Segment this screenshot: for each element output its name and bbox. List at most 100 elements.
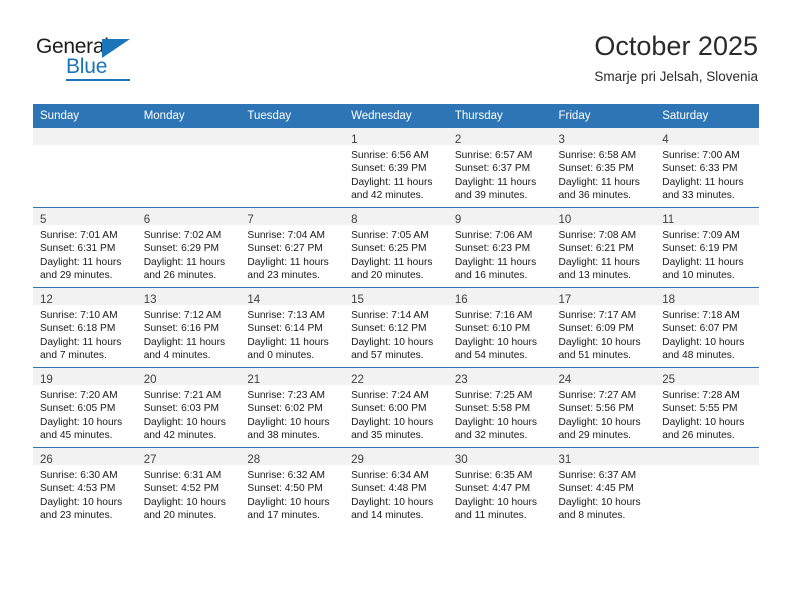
calendar-week-row: 19 Sunrise: 7:20 AM Sunset: 6:05 PM Dayligh… xyxy=(33,367,759,448)
day-number-band: 17 xyxy=(551,288,656,306)
day-number-band xyxy=(655,448,759,465)
calendar-day-cell[interactable]: 9 Sunrise: 7:06 AM Sunset: 6:23 PM Daylight… xyxy=(447,207,552,288)
day-number-band: 13 xyxy=(136,288,241,306)
calendar-day-cell[interactable]: 16 Sunrise: 7:16 AM Sunset: 6:10 PM Dayligh… xyxy=(447,287,552,368)
calendar-day-cell[interactable]: 18 Sunrise: 7:18 AM Sunset: 6:07 PM Dayligh… xyxy=(655,287,759,368)
weekday-header-thursday: Thursday xyxy=(447,104,552,128)
day-details: Sunrise: 6:58 AM Sunset: 6:35 PM Daylight:… xyxy=(552,145,656,203)
day-number: 28 xyxy=(247,454,261,466)
sunrise-text: Sunrise: 7:01 AM xyxy=(40,230,118,241)
day-number: 19 xyxy=(40,374,53,386)
calendar-day-cell[interactable]: 14 Sunrise: 7:13 AM Sunset: 6:14 PM Dayligh… xyxy=(240,287,345,368)
day-number: 12 xyxy=(40,294,53,306)
calendar-day-cell[interactable]: 17 Sunrise: 7:17 AM Sunset: 6:09 PM Dayligh… xyxy=(551,287,656,368)
sunrise-text: Sunrise: 6:31 AM xyxy=(143,470,222,481)
weekday-header-tuesday: Tuesday xyxy=(240,104,345,128)
calendar-day-cell[interactable]: 13 Sunrise: 7:12 AM Sunset: 6:16 PM Dayligh… xyxy=(136,287,241,368)
calendar-day-cell[interactable]: 21 Sunrise: 7:23 AM Sunset: 6:02 PM Dayligh… xyxy=(240,367,345,448)
daylight-text-line1: Daylight: 11 hours xyxy=(558,256,640,268)
daylight-text-line2: and 36 minutes. xyxy=(558,190,632,202)
day-details: Sunrise: 7:16 AM Sunset: 6:10 PM Daylight:… xyxy=(448,305,552,363)
day-details: Sunrise: 7:14 AM Sunset: 6:12 PM Daylight:… xyxy=(344,305,448,363)
day-number-band: 1 xyxy=(344,128,448,146)
calendar-day-cell[interactable]: 7 Sunrise: 7:04 AM Sunset: 6:27 PM Daylight… xyxy=(240,207,345,288)
day-number: 20 xyxy=(143,374,157,386)
calendar-day-cell-empty xyxy=(136,128,241,208)
calendar-day-cell[interactable]: 3 Sunrise: 6:58 AM Sunset: 6:35 PM Daylight… xyxy=(551,128,656,208)
calendar-day-cell[interactable]: 30 Sunrise: 6:35 AM Sunset: 4:47 PM Dayligh… xyxy=(447,447,552,527)
day-details: Sunrise: 7:04 AM Sunset: 6:27 PM Daylight:… xyxy=(240,225,344,283)
day-details: Sunrise: 7:10 AM Sunset: 6:18 PM Daylight:… xyxy=(33,305,137,363)
calendar-day-cell[interactable]: 29 Sunrise: 6:34 AM Sunset: 4:48 PM Dayligh… xyxy=(344,447,448,527)
daylight-text-line2: and 35 minutes. xyxy=(351,430,424,442)
day-number-band: 28 xyxy=(240,448,345,466)
daylight-text-line1: Daylight: 10 hours xyxy=(247,496,330,508)
day-number-band xyxy=(240,128,345,145)
calendar-day-cell[interactable]: 10 Sunrise: 7:08 AM Sunset: 6:21 PM Dayligh… xyxy=(551,207,656,288)
calendar-week-row: 5 Sunrise: 7:01 AM Sunset: 6:31 PM Daylight… xyxy=(33,207,759,288)
day-details: Sunrise: 7:28 AM Sunset: 5:55 PM Daylight:… xyxy=(655,385,759,443)
day-number-band: 24 xyxy=(551,368,656,386)
daylight-text-line2: and 23 minutes. xyxy=(247,270,320,282)
sunset-text: Sunset: 6:07 PM xyxy=(662,323,738,335)
calendar-day-cell[interactable]: 8 Sunrise: 7:05 AM Sunset: 6:25 PM Daylight… xyxy=(344,207,448,288)
sunrise-text: Sunrise: 7:21 AM xyxy=(143,390,222,401)
calendar-day-cell[interactable]: 19 Sunrise: 7:20 AM Sunset: 6:05 PM Dayligh… xyxy=(33,367,137,448)
daylight-text-line1: Daylight: 11 hours xyxy=(351,176,433,188)
calendar-day-cell[interactable]: 6 Sunrise: 7:02 AM Sunset: 6:29 PM Daylight… xyxy=(136,207,241,288)
calendar-day-cell[interactable]: 20 Sunrise: 7:21 AM Sunset: 6:03 PM Dayligh… xyxy=(136,367,241,448)
calendar-day-cell[interactable]: 27 Sunrise: 6:31 AM Sunset: 4:52 PM Dayligh… xyxy=(136,447,241,527)
calendar-day-cell[interactable]: 24 Sunrise: 7:27 AM Sunset: 5:56 PM Dayligh… xyxy=(551,367,656,448)
sunrise-text: Sunrise: 7:13 AM xyxy=(247,310,325,321)
daylight-text-line2: and 38 minutes. xyxy=(247,430,320,442)
calendar-day-cell[interactable]: 12 Sunrise: 7:10 AM Sunset: 6:18 PM Dayligh… xyxy=(33,287,137,368)
sunrise-text: Sunrise: 7:16 AM xyxy=(454,310,533,321)
day-number: 24 xyxy=(558,374,572,386)
calendar-week-row: 1 Sunrise: 6:56 AM Sunset: 6:39 PM Daylight… xyxy=(33,128,759,208)
day-details: Sunrise: 7:18 AM Sunset: 6:07 PM Daylight:… xyxy=(655,305,759,363)
calendar-day-cell[interactable]: 26 Sunrise: 6:30 AM Sunset: 4:53 PM Dayligh… xyxy=(33,447,137,527)
day-number: 2 xyxy=(454,134,462,146)
sunset-text: Sunset: 6:12 PM xyxy=(351,323,427,335)
page-header: General Blue October 2025 Smarje pri Jel… xyxy=(0,0,792,104)
daylight-text-line1: Daylight: 10 hours xyxy=(40,416,123,428)
day-details: Sunrise: 6:57 AM Sunset: 6:37 PM Daylight:… xyxy=(448,145,552,203)
calendar-day-cell[interactable]: 25 Sunrise: 7:28 AM Sunset: 5:55 PM Dayligh… xyxy=(655,367,759,448)
calendar-day-cell[interactable]: 15 Sunrise: 7:14 AM Sunset: 6:12 PM Dayligh… xyxy=(344,287,448,368)
day-number-band: 6 xyxy=(136,208,241,226)
day-details: Sunrise: 6:35 AM Sunset: 4:47 PM Daylight:… xyxy=(448,465,552,523)
day-details: Sunrise: 7:23 AM Sunset: 6:02 PM Daylight:… xyxy=(240,385,344,443)
calendar-day-cell[interactable]: 5 Sunrise: 7:01 AM Sunset: 6:31 PM Daylight… xyxy=(33,207,137,288)
sunrise-text: Sunrise: 6:56 AM xyxy=(351,150,429,161)
day-number-band: 30 xyxy=(447,448,552,466)
day-number-band: 3 xyxy=(551,128,656,146)
day-number-band: 8 xyxy=(344,208,448,226)
calendar-day-cell[interactable]: 31 Sunrise: 6:37 AM Sunset: 4:45 PM Dayligh… xyxy=(551,447,656,527)
day-number: 15 xyxy=(351,294,364,306)
daylight-text-line1: Daylight: 11 hours xyxy=(40,336,122,348)
daylight-text-line1: Daylight: 10 hours xyxy=(143,496,226,508)
sunset-text: Sunset: 5:58 PM xyxy=(454,403,531,415)
daylight-text-line2: and 33 minutes. xyxy=(662,190,735,202)
calendar-day-cell[interactable]: 2 Sunrise: 6:57 AM Sunset: 6:37 PM Daylight… xyxy=(447,128,552,208)
sunset-text: Sunset: 6:05 PM xyxy=(40,403,116,415)
day-details: Sunrise: 7:20 AM Sunset: 6:05 PM Daylight:… xyxy=(33,385,137,443)
calendar-day-cell[interactable]: 11 Sunrise: 7:09 AM Sunset: 6:19 PM Dayligh… xyxy=(655,207,759,288)
sunset-text: Sunset: 6:37 PM xyxy=(454,163,531,175)
calendar-day-cell[interactable]: 22 Sunrise: 7:24 AM Sunset: 6:00 PM Dayligh… xyxy=(344,367,448,448)
day-number-band xyxy=(33,128,137,145)
day-number-band: 29 xyxy=(344,448,448,466)
calendar-day-cell[interactable]: 1 Sunrise: 6:56 AM Sunset: 6:39 PM Daylight… xyxy=(344,128,448,208)
sunset-text: Sunset: 6:10 PM xyxy=(454,323,531,335)
calendar-day-cell[interactable]: 4 Sunrise: 7:00 AM Sunset: 6:33 PM Daylight… xyxy=(655,128,759,208)
calendar-grid: Sunday Monday Tuesday Wednesday Thursday… xyxy=(33,104,759,527)
sunrise-text: Sunrise: 6:57 AM xyxy=(454,150,533,161)
title-block: October 2025 Smarje pri Jelsah, Slovenia xyxy=(594,30,758,85)
daylight-text-line2: and 32 minutes. xyxy=(454,430,528,442)
day-details: Sunrise: 7:00 AM Sunset: 6:33 PM Daylight:… xyxy=(655,145,759,203)
sunset-text: Sunset: 6:23 PM xyxy=(454,243,531,255)
sunset-text: Sunset: 4:47 PM xyxy=(454,483,531,495)
calendar-day-cell[interactable]: 28 Sunrise: 6:32 AM Sunset: 4:50 PM Dayligh… xyxy=(240,447,345,527)
calendar-day-cell[interactable]: 23 Sunrise: 7:25 AM Sunset: 5:58 PM Dayligh… xyxy=(447,367,552,448)
sunrise-text: Sunrise: 7:00 AM xyxy=(662,150,740,161)
